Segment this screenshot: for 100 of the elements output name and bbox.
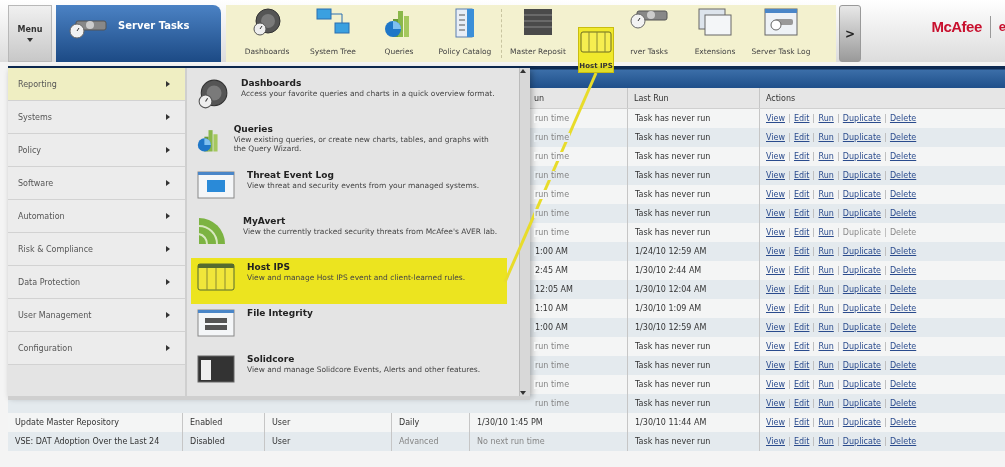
action-link[interactable]: View xyxy=(766,323,785,332)
action-link[interactable]: Delete xyxy=(889,285,917,294)
action-link[interactable]: Duplicate xyxy=(842,342,881,351)
action-link[interactable]: View xyxy=(766,361,785,370)
action-link[interactable]: Delete xyxy=(889,209,917,218)
action-link[interactable]: Run xyxy=(818,361,834,370)
action-link[interactable]: Run xyxy=(818,209,834,218)
action-link[interactable]: Duplicate xyxy=(842,114,881,123)
action-link[interactable]: Edit xyxy=(794,171,810,180)
menu-category[interactable]: Risk & Compliance xyxy=(8,233,185,266)
action-link[interactable]: Delete xyxy=(889,304,917,313)
action-link[interactable]: Run xyxy=(818,228,834,237)
action-link[interactable]: Delete xyxy=(889,342,917,351)
action-link[interactable]: View xyxy=(766,190,785,199)
action-link[interactable]: Delete xyxy=(889,133,917,142)
action-link[interactable]: Edit xyxy=(794,152,810,161)
action-link[interactable]: Run xyxy=(818,342,834,351)
action-link[interactable]: Duplicate xyxy=(842,418,881,427)
menu-category[interactable]: Reporting xyxy=(8,68,185,101)
menu-category[interactable]: User Management xyxy=(8,299,185,332)
action-link[interactable]: Duplicate xyxy=(842,266,881,275)
action-link[interactable]: View xyxy=(766,114,785,123)
menu-entry[interactable]: File Integrity xyxy=(191,304,507,350)
action-link[interactable]: View xyxy=(766,437,785,446)
action-link[interactable]: Run xyxy=(818,399,834,408)
action-link[interactable]: Duplicate xyxy=(842,399,881,408)
menu-category[interactable]: Configuration xyxy=(8,332,185,365)
action-link[interactable]: Edit xyxy=(794,380,810,389)
action-link[interactable]: Delete xyxy=(889,399,917,408)
action-link[interactable]: Duplicate xyxy=(842,247,881,256)
action-link[interactable]: Edit xyxy=(794,266,810,275)
action-link[interactable]: Run xyxy=(818,285,834,294)
action-link[interactable]: Run xyxy=(818,418,834,427)
action-link[interactable]: View xyxy=(766,171,785,180)
action-link[interactable]: Duplicate xyxy=(842,171,881,180)
action-link[interactable]: Run xyxy=(818,380,834,389)
action-link[interactable]: Delete xyxy=(889,247,917,256)
action-link[interactable]: Delete xyxy=(889,171,917,180)
action-link[interactable]: Duplicate xyxy=(842,209,881,218)
action-link[interactable]: Delete xyxy=(889,418,917,427)
action-link[interactable]: Edit xyxy=(794,323,810,332)
action-link[interactable]: Run xyxy=(818,323,834,332)
action-link[interactable]: Duplicate xyxy=(842,361,881,370)
action-link[interactable]: View xyxy=(766,209,785,218)
action-link[interactable]: View xyxy=(766,380,785,389)
action-link[interactable]: Run xyxy=(818,171,834,180)
action-link[interactable]: Duplicate xyxy=(842,437,881,446)
action-link[interactable]: Edit xyxy=(794,190,810,199)
action-link[interactable]: Run xyxy=(818,190,834,199)
action-link[interactable]: Duplicate xyxy=(842,152,881,161)
action-link[interactable]: Run xyxy=(818,114,834,123)
action-link[interactable]: Edit xyxy=(794,285,810,294)
action-link[interactable]: Delete xyxy=(889,266,917,275)
action-link[interactable]: Delete xyxy=(889,323,917,332)
action-link[interactable]: Duplicate xyxy=(842,304,881,313)
action-link[interactable]: View xyxy=(766,342,785,351)
menu-button[interactable]: Menu xyxy=(8,5,52,62)
action-link[interactable]: Duplicate xyxy=(842,380,881,389)
action-link[interactable]: View xyxy=(766,228,785,237)
action-link[interactable]: View xyxy=(766,247,785,256)
action-link[interactable]: View xyxy=(766,285,785,294)
action-link[interactable]: Edit xyxy=(794,304,810,313)
action-link[interactable]: Duplicate xyxy=(842,190,881,199)
action-link[interactable]: Run xyxy=(818,247,834,256)
action-link[interactable]: Run xyxy=(818,437,834,446)
action-link[interactable]: View xyxy=(766,418,785,427)
action-link[interactable]: Edit xyxy=(794,133,810,142)
scroll-right-button[interactable]: > xyxy=(839,5,861,62)
server-tasks-tab[interactable]: Server Tasks xyxy=(56,5,221,62)
action-link[interactable]: Duplicate xyxy=(842,285,881,294)
action-link[interactable]: Edit xyxy=(794,418,810,427)
action-link[interactable]: Edit xyxy=(794,399,810,408)
menu-category[interactable]: Systems xyxy=(8,101,185,134)
action-link[interactable]: View xyxy=(766,266,785,275)
menu-category[interactable]: Policy xyxy=(8,134,185,167)
menu-category[interactable]: Software xyxy=(8,167,185,200)
action-link[interactable]: Run xyxy=(818,304,834,313)
action-link[interactable]: Edit xyxy=(794,228,810,237)
action-link[interactable]: Edit xyxy=(794,114,810,123)
action-link[interactable]: Duplicate xyxy=(842,133,881,142)
action-link[interactable]: View xyxy=(766,399,785,408)
action-link[interactable]: View xyxy=(766,152,785,161)
action-link[interactable]: Delete xyxy=(889,114,917,123)
action-link[interactable]: View xyxy=(766,304,785,313)
action-link[interactable]: Edit xyxy=(794,342,810,351)
action-link[interactable]: Run xyxy=(818,266,834,275)
action-link[interactable]: Delete xyxy=(889,437,917,446)
action-link[interactable]: Delete xyxy=(889,361,917,370)
action-link[interactable]: Run xyxy=(818,133,834,142)
action-link[interactable]: Duplicate xyxy=(842,323,881,332)
action-link[interactable]: Delete xyxy=(889,190,917,199)
action-link[interactable]: Edit xyxy=(794,247,810,256)
action-link[interactable]: Delete xyxy=(889,380,917,389)
action-link[interactable]: View xyxy=(766,133,785,142)
action-link[interactable]: Run xyxy=(818,152,834,161)
action-link[interactable]: Edit xyxy=(794,437,810,446)
action-link[interactable]: Edit xyxy=(794,361,810,370)
action-link[interactable]: Delete xyxy=(889,152,917,161)
menu-category[interactable]: Automation xyxy=(8,200,185,233)
action-link[interactable]: Edit xyxy=(794,209,810,218)
